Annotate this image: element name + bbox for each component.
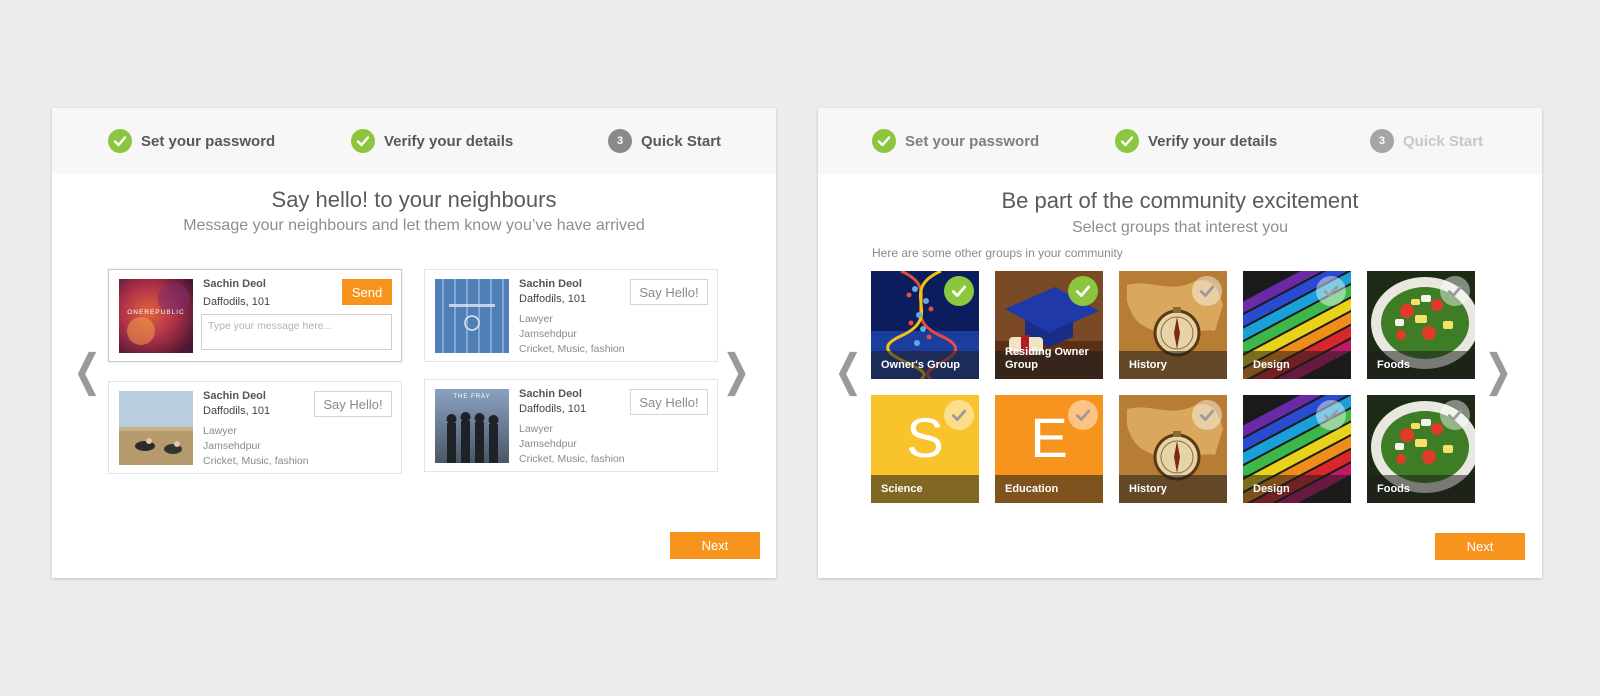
neighbour-flat: Daffodils, 101 [203, 296, 271, 308]
group-tile[interactable]: Foods [1367, 395, 1475, 503]
say-hello-button[interactable]: Say Hello! [630, 389, 708, 415]
album-cover-image: ONEREPUBLIC [119, 279, 193, 353]
say-hello-button[interactable]: Say Hello! [314, 391, 392, 417]
check-circle-icon[interactable] [1316, 276, 1346, 306]
check-circle-icon[interactable] [1440, 400, 1470, 430]
group-tile[interactable]: History [1119, 395, 1227, 503]
step-label: Verify your details [384, 132, 514, 150]
check-circle-icon [351, 129, 375, 153]
neighbour-name: Sachin Deol [203, 390, 266, 402]
neighbour-card: Sachin Deol Daffodils, 101 Lawyer Jamseh… [424, 269, 718, 362]
neighbour-interests: Cricket, Music, fashion [519, 343, 625, 355]
album-cover-image [435, 279, 509, 353]
album-cover-text: ONEREPUBLIC [127, 309, 185, 316]
group-tile[interactable]: History [1119, 271, 1227, 379]
page-title: Say hello! to your neighbours [271, 187, 557, 212]
neighbour-city: Jamsehdpur [203, 440, 261, 452]
group-label: Science [881, 483, 923, 495]
group-label: Foods [1377, 483, 1410, 495]
neighbour-card: Sachin Deol Daffodils, 101 Lawyer Jamseh… [108, 381, 402, 474]
neighbour-name: Sachin Deol [519, 278, 582, 290]
step-verify-details: Verify your details [351, 108, 513, 174]
neighbour-profession: Lawyer [519, 313, 553, 325]
check-circle-icon[interactable] [944, 400, 974, 430]
neighbour-flat: Daffodils, 101 [519, 293, 587, 305]
check-circle-icon[interactable] [1192, 400, 1222, 430]
group-tile[interactable]: E Education [995, 395, 1103, 503]
carousel-prev-arrow[interactable]: ❮ [834, 349, 863, 393]
step-label: Verify your details [1148, 132, 1278, 150]
neighbour-card: THE FRAY Sachin Deol Daffodils, 101 Lawy… [424, 379, 718, 472]
progress-steps: Set your password Verify your details 3 … [818, 108, 1542, 174]
page-subtitle: Message your neighbours and let them kno… [183, 217, 645, 234]
neighbour-city: Jamsehdpur [519, 438, 577, 450]
group-label: Foods [1377, 359, 1410, 371]
check-circle-icon [872, 129, 896, 153]
neighbour-name: Sachin Deol [519, 388, 582, 400]
step-label: Quick Start [641, 132, 722, 150]
neighbour-flat: Daffodils, 101 [519, 403, 587, 415]
step-number-badge: 3 [1370, 129, 1394, 153]
check-circle-icon[interactable] [1440, 276, 1470, 306]
neighbour-profession: Lawyer [519, 423, 553, 435]
step-number-badge: 3 [608, 129, 632, 153]
album-cover-image [119, 391, 193, 465]
check-circle-icon[interactable] [1068, 276, 1098, 306]
group-label: History [1129, 483, 1167, 495]
group-tile[interactable]: Residing Owner Group [995, 271, 1103, 379]
quick-start-hello-panel: Set your password Verify your details 3 … [52, 108, 776, 578]
neighbour-profession: Lawyer [203, 425, 237, 437]
groups-note: Here are some other groups in your commu… [872, 246, 1123, 260]
group-label: History [1129, 359, 1167, 371]
group-tile[interactable]: Owner's Group [871, 271, 979, 379]
group-label: Design [1253, 483, 1290, 495]
step-set-password: Set your password [108, 108, 275, 174]
step-quick-start: 3 Quick Start [1370, 108, 1483, 174]
check-circle-icon[interactable] [1068, 400, 1098, 430]
group-label: Residing Owner Group [1005, 346, 1089, 371]
step-label: Set your password [141, 132, 276, 150]
select-groups-panel: Set your password Verify your details 3 … [818, 108, 1542, 578]
neighbour-card: ONEREPUBLIC Sachin Deol Daffodils, 101 S… [108, 269, 402, 362]
page-subtitle: Select groups that interest you [1071, 219, 1289, 236]
group-label: Owner's Group [881, 359, 961, 371]
check-circle-icon[interactable] [944, 276, 974, 306]
group-label: Education [1005, 483, 1059, 495]
check-circle-icon [108, 129, 132, 153]
send-button[interactable]: Send [342, 279, 392, 305]
group-tile[interactable]: S Science [871, 395, 979, 503]
step-set-password: Set your password [872, 108, 1039, 174]
check-circle-icon[interactable] [1192, 276, 1222, 306]
group-label: Design [1253, 359, 1290, 371]
album-cover-text: THE FRAY [453, 394, 491, 400]
carousel-prev-arrow[interactable]: ❮ [73, 349, 102, 393]
next-button[interactable]: Next [670, 532, 760, 559]
message-input[interactable]: Type your message here... [201, 314, 392, 350]
step-quick-start: 3 Quick Start [608, 108, 721, 174]
neighbour-interests: Cricket, Music, fashion [519, 453, 625, 465]
carousel-next-arrow[interactable]: ❯ [722, 349, 751, 393]
neighbour-flat: Daffodils, 101 [203, 405, 271, 417]
neighbour-name: Sachin Deol [203, 278, 266, 290]
step-label: Quick Start [1403, 132, 1484, 150]
check-circle-icon[interactable] [1316, 400, 1346, 430]
check-circle-icon [1115, 129, 1139, 153]
step-label: Set your password [905, 132, 1040, 150]
neighbour-interests: Cricket, Music, fashion [203, 455, 309, 467]
group-tile[interactable]: Foods [1367, 271, 1475, 379]
album-cover-image: THE FRAY [435, 389, 509, 463]
say-hello-button[interactable]: Say Hello! [630, 279, 708, 305]
neighbour-city: Jamsehdpur [519, 328, 577, 340]
step-verify-details: Verify your details [1115, 108, 1277, 174]
next-button[interactable]: Next [1435, 533, 1525, 560]
group-tile[interactable]: Design [1243, 395, 1351, 503]
page-title: Be part of the community excitement [1001, 188, 1359, 213]
progress-steps: Set your password Verify your details 3 … [52, 108, 776, 174]
carousel-next-arrow[interactable]: ❯ [1484, 349, 1513, 393]
group-tile[interactable]: Design [1243, 271, 1351, 379]
